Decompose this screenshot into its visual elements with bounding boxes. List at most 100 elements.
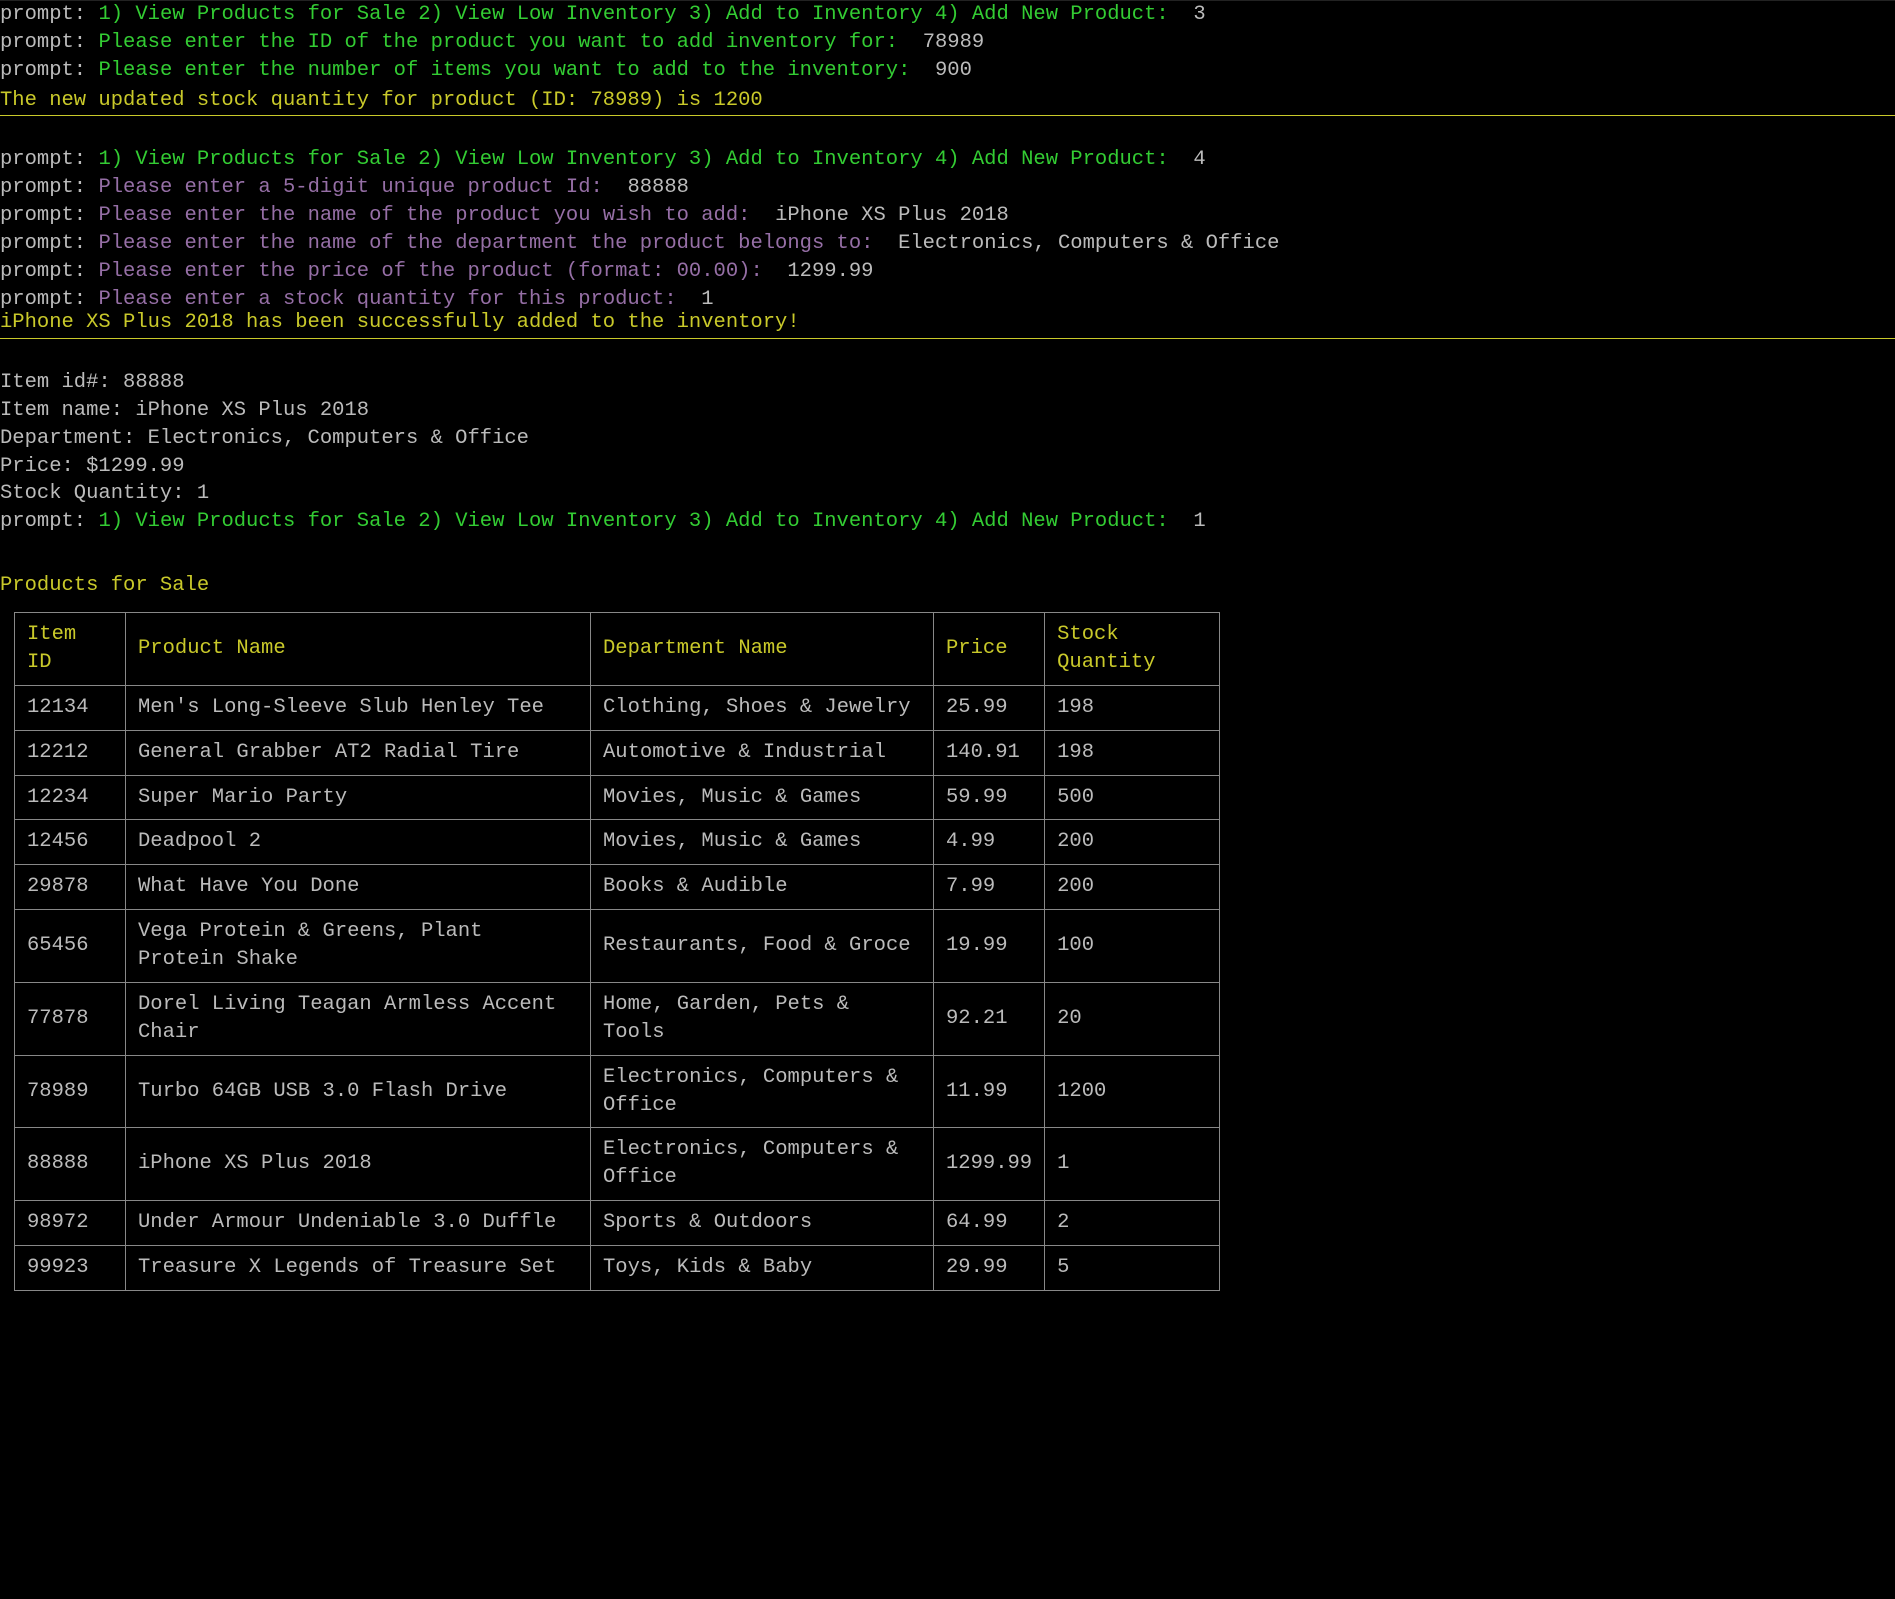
prompt-line-new-dept: prompt: Please enter the name of the dep… bbox=[0, 230, 1895, 258]
cell-id: 12234 bbox=[15, 775, 126, 820]
cell-dept: Movies, Music & Games bbox=[591, 820, 934, 865]
prompt-label: prompt: bbox=[0, 31, 86, 54]
col-header-price: Price bbox=[934, 613, 1045, 686]
new-price-input[interactable]: 1299.99 bbox=[787, 260, 873, 283]
prompt-label: prompt: bbox=[0, 232, 86, 255]
menu-text: 1) View Products for Sale 2) View Low In… bbox=[98, 510, 1168, 533]
prompt-line-add-qty: prompt: Please enter the number of items… bbox=[0, 57, 1895, 85]
cell-dept: Clothing, Shoes & Jewelry bbox=[591, 685, 934, 730]
col-header-department: Department Name bbox=[591, 613, 934, 686]
item-price-line: Price: $1299.99 bbox=[0, 453, 1895, 481]
new-name-prompt: Please enter the name of the product you… bbox=[98, 204, 750, 227]
prompt-label: prompt: bbox=[0, 260, 86, 283]
cell-qty: 100 bbox=[1045, 910, 1220, 983]
cell-id: 65456 bbox=[15, 910, 126, 983]
new-name-input[interactable]: iPhone XS Plus 2018 bbox=[775, 204, 1009, 227]
cell-qty: 20 bbox=[1045, 982, 1220, 1055]
cell-name: Men's Long-Sleeve Slub Henley Tee bbox=[126, 685, 591, 730]
products-for-sale-title: Products for Sale bbox=[0, 572, 1895, 600]
table-row: 12456Deadpool 2Movies, Music & Games4.99… bbox=[15, 820, 1220, 865]
new-stock-input[interactable]: 1 bbox=[701, 288, 713, 311]
status-stock-updated: The new updated stock quantity for produ… bbox=[0, 91, 1895, 117]
cell-name: Under Armour Undeniable 3.0 Duffle bbox=[126, 1201, 591, 1246]
prompt-label: prompt: bbox=[0, 59, 86, 82]
cell-name: Vega Protein & Greens, Plant Protein Sha… bbox=[126, 910, 591, 983]
new-pid-prompt: Please enter a 5-digit unique product Id… bbox=[98, 176, 602, 199]
add-qty-prompt: Please enter the number of items you wan… bbox=[98, 59, 910, 82]
cell-qty: 2 bbox=[1045, 1201, 1220, 1246]
cell-dept: Sports & Outdoors bbox=[591, 1201, 934, 1246]
item-detail-block: Item id#: 88888 Item name: iPhone XS Plu… bbox=[0, 369, 1895, 508]
table-row: 78989Turbo 64GB USB 3.0 Flash DriveElect… bbox=[15, 1055, 1220, 1128]
table-row: 99923Treasure X Legends of Treasure SetT… bbox=[15, 1246, 1220, 1291]
cell-price: 19.99 bbox=[934, 910, 1045, 983]
status-product-added: iPhone XS Plus 2018 has been successfull… bbox=[0, 313, 1895, 339]
table-row: 29878What Have You DoneBooks & Audible7.… bbox=[15, 865, 1220, 910]
menu-choice[interactable]: 4 bbox=[1193, 148, 1205, 171]
prompt-label: prompt: bbox=[0, 148, 86, 171]
prompt-line-new-stock: prompt: Please enter a stock quantity fo… bbox=[0, 286, 1895, 314]
col-header-product-name: Product Name bbox=[126, 613, 591, 686]
menu-text: 1) View Products for Sale 2) View Low In… bbox=[98, 3, 1168, 26]
prompt-line-product-id: prompt: Please enter the ID of the produ… bbox=[0, 29, 1895, 57]
table-row: 12212General Grabber AT2 Radial TireAuto… bbox=[15, 730, 1220, 775]
cell-name: Dorel Living Teagan Armless Accent Chair bbox=[126, 982, 591, 1055]
cell-dept: Restaurants, Food & Groce bbox=[591, 910, 934, 983]
cell-price: 140.91 bbox=[934, 730, 1045, 775]
cell-id: 78989 bbox=[15, 1055, 126, 1128]
cell-qty: 198 bbox=[1045, 685, 1220, 730]
prompt-label: prompt: bbox=[0, 510, 86, 533]
prompt-line-new-name: prompt: Please enter the name of the pro… bbox=[0, 202, 1895, 230]
cell-dept: Movies, Music & Games bbox=[591, 775, 934, 820]
cell-price: 59.99 bbox=[934, 775, 1045, 820]
cell-price: 7.99 bbox=[934, 865, 1045, 910]
cell-dept: Home, Garden, Pets & Tools bbox=[591, 982, 934, 1055]
cell-price: 11.99 bbox=[934, 1055, 1045, 1128]
cell-name: What Have You Done bbox=[126, 865, 591, 910]
menu-choice[interactable]: 1 bbox=[1193, 510, 1205, 533]
cell-dept: Electronics, Computers & Office bbox=[591, 1128, 934, 1201]
new-price-prompt: Please enter the price of the product (f… bbox=[98, 260, 762, 283]
cell-name: General Grabber AT2 Radial Tire bbox=[126, 730, 591, 775]
table-row: 98972Under Armour Undeniable 3.0 DuffleS… bbox=[15, 1201, 1220, 1246]
item-dept-line: Department: Electronics, Computers & Off… bbox=[0, 425, 1895, 453]
cell-name: Treasure X Legends of Treasure Set bbox=[126, 1246, 591, 1291]
cell-name: Turbo 64GB USB 3.0 Flash Drive bbox=[126, 1055, 591, 1128]
products-table: Item ID Product Name Department Name Pri… bbox=[14, 612, 1220, 1291]
product-id-input[interactable]: 78989 bbox=[923, 31, 985, 54]
col-header-stock-qty: Stock Quantity bbox=[1045, 613, 1220, 686]
cell-name: Super Mario Party bbox=[126, 775, 591, 820]
prompt-line-menu-1: prompt: 1) View Products for Sale 2) Vie… bbox=[0, 1, 1895, 29]
cell-id: 88888 bbox=[15, 1128, 126, 1201]
add-qty-input[interactable]: 900 bbox=[935, 59, 972, 82]
table-header-row: Item ID Product Name Department Name Pri… bbox=[15, 613, 1220, 686]
cell-id: 29878 bbox=[15, 865, 126, 910]
cell-dept: Books & Audible bbox=[591, 865, 934, 910]
cell-price: 1299.99 bbox=[934, 1128, 1045, 1201]
prompt-label: prompt: bbox=[0, 176, 86, 199]
cell-qty: 1 bbox=[1045, 1128, 1220, 1201]
cell-id: 12212 bbox=[15, 730, 126, 775]
new-stock-prompt: Please enter a stock quantity for this p… bbox=[98, 288, 676, 311]
cell-price: 64.99 bbox=[934, 1201, 1045, 1246]
cell-qty: 198 bbox=[1045, 730, 1220, 775]
col-header-item-id: Item ID bbox=[15, 613, 126, 686]
prompt-line-new-price: prompt: Please enter the price of the pr… bbox=[0, 258, 1895, 286]
prompt-label: prompt: bbox=[0, 288, 86, 311]
cell-qty: 500 bbox=[1045, 775, 1220, 820]
cell-id: 12134 bbox=[15, 685, 126, 730]
cell-price: 4.99 bbox=[934, 820, 1045, 865]
product-id-prompt: Please enter the ID of the product you w… bbox=[98, 31, 898, 54]
table-row: 77878Dorel Living Teagan Armless Accent … bbox=[15, 982, 1220, 1055]
item-id-line: Item id#: 88888 bbox=[0, 369, 1895, 397]
menu-choice[interactable]: 3 bbox=[1193, 3, 1205, 26]
item-stock-line: Stock Quantity: 1 bbox=[0, 480, 1895, 508]
table-row: 12134Men's Long-Sleeve Slub Henley TeeCl… bbox=[15, 685, 1220, 730]
cell-id: 77878 bbox=[15, 982, 126, 1055]
cell-name: iPhone XS Plus 2018 bbox=[126, 1128, 591, 1201]
cell-dept: Electronics, Computers & Office bbox=[591, 1055, 934, 1128]
cell-qty: 200 bbox=[1045, 820, 1220, 865]
new-pid-input[interactable]: 88888 bbox=[627, 176, 689, 199]
table-row: 65456Vega Protein & Greens, Plant Protei… bbox=[15, 910, 1220, 983]
new-dept-input[interactable]: Electronics, Computers & Office bbox=[898, 232, 1279, 255]
